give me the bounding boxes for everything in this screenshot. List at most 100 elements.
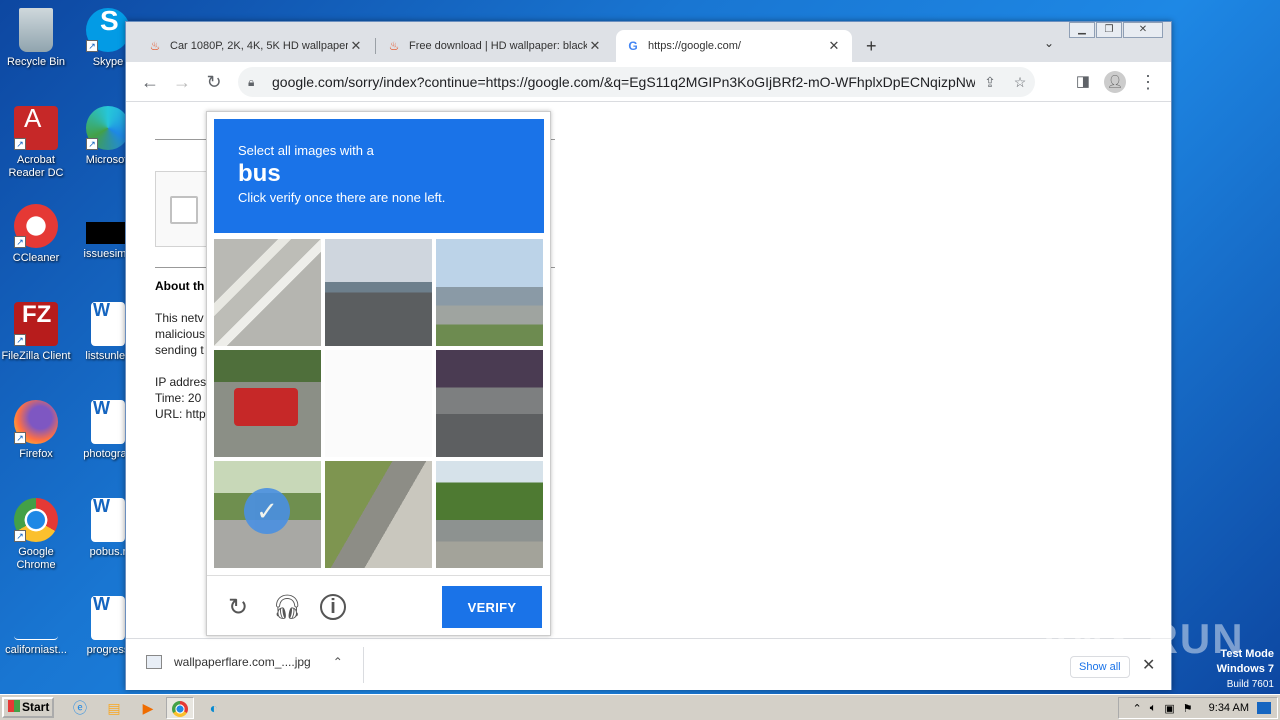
file-icon: [14, 620, 58, 640]
address-bar[interactable]: 🔒︎ google.com/sorry/index?continue=https…: [238, 67, 1035, 97]
tab-car-wallpapers[interactable]: ♨ Car 1080P, 2K, 4K, 5K HD wallpapers ✕: [138, 30, 374, 62]
show-desktop-button[interactable]: [1257, 702, 1271, 714]
audio-challenge-icon[interactable]: 🎧︎: [272, 594, 302, 622]
close-tab-icon[interactable]: ✕: [587, 38, 603, 54]
flame-icon: ♨: [388, 39, 400, 53]
tab-label: Free download | HD wallpaper: black: [409, 40, 587, 52]
start-label: Start: [22, 700, 50, 714]
share-icon[interactable]: ⇪: [975, 74, 1005, 91]
word-doc-icon: W: [91, 497, 125, 542]
icon-label: progress: [86, 644, 130, 656]
tab-search-button[interactable]: ⌄: [1044, 36, 1054, 50]
window-controls: ▁ ❐ ✕: [1068, 22, 1163, 38]
bookmark-star-icon[interactable]: ☆: [1005, 74, 1035, 91]
word-doc-icon: W: [91, 399, 125, 444]
google-icon: G: [628, 39, 638, 53]
tile-bus-on-road[interactable]: ✓: [214, 461, 321, 568]
profile-avatar[interactable]: 👤︎: [1104, 71, 1126, 93]
ccleaner-icon: ↗: [14, 204, 58, 248]
filezilla-icon: FZ ↗: [14, 302, 58, 346]
about-heading: About th: [155, 279, 205, 293]
close-window-button[interactable]: ✕: [1123, 22, 1163, 38]
minimize-button[interactable]: ▁: [1069, 22, 1095, 38]
explorer-taskbar-icon[interactable]: ▤: [100, 697, 128, 719]
menu-kebab-icon[interactable]: ⋮: [1136, 70, 1160, 94]
jeep-shape: [234, 388, 298, 426]
ip-address-text: IP addres: [155, 375, 207, 389]
tray-expand-icon[interactable]: ⌃: [1133, 702, 1142, 715]
flag-icon[interactable]: ⚑: [1183, 702, 1193, 715]
tile-highway-city[interactable]: [325, 239, 432, 346]
desktop-icon-acrobat[interactable]: A ↗ Acrobat Reader DC: [0, 105, 72, 180]
icon-label: FileZilla Client: [1, 350, 71, 362]
tile-underpass[interactable]: [436, 350, 543, 457]
desktop-icon-ccleaner[interactable]: ↗ CCleaner: [0, 204, 72, 265]
system-tray: ⌃ 🔈︎ ▣ ⚑ 9:34 AM: [1117, 697, 1278, 719]
test-mode-text: Test Mode: [1220, 648, 1274, 660]
tab-free-download[interactable]: ♨ Free download | HD wallpaper: black ✕: [377, 30, 613, 62]
info-text: malicious: [155, 327, 206, 341]
word-doc-icon: W: [91, 301, 125, 346]
media-player-taskbar-icon[interactable]: ▶: [134, 697, 162, 719]
desktop-icon-chrome[interactable]: ↗ Google Chrome: [0, 498, 72, 572]
image-file-icon: [146, 655, 162, 669]
taskbar: Start ⓔ ▤ ▶ ◐ ⌃ 🔈︎ ▣ ⚑ 9:34 AM: [0, 694, 1280, 720]
chevron-up-icon[interactable]: ⌃: [333, 655, 343, 669]
tile-red-jeep[interactable]: [214, 350, 321, 457]
desktop-icon-californiast[interactable]: californiast...: [0, 620, 72, 657]
acrobat-icon: A ↗: [14, 105, 58, 150]
icon-label: Acrobat Reader DC: [8, 154, 64, 179]
tab-label: Car 1080P, 2K, 4K, 5K HD wallpapers: [170, 40, 348, 52]
forward-button[interactable]: →: [170, 70, 194, 94]
close-tab-icon[interactable]: ✕: [826, 38, 842, 54]
info-icon[interactable]: i: [320, 594, 346, 620]
recaptcha-checkbox[interactable]: [170, 196, 198, 224]
tile-blank[interactable]: [325, 350, 432, 457]
clock[interactable]: 9:34 AM: [1209, 702, 1249, 714]
edge-taskbar-icon[interactable]: ◐: [200, 697, 228, 719]
download-file-name: wallpaperflare.com_....jpg: [174, 655, 311, 669]
chrome-taskbar-icon[interactable]: [166, 697, 194, 719]
close-tab-icon[interactable]: ✕: [348, 38, 364, 54]
network-icon[interactable]: ▣: [1164, 702, 1174, 715]
side-panel-icon[interactable]: ◨: [1071, 70, 1095, 94]
reload-button[interactable]: ↻: [202, 70, 226, 94]
icon-label: Recycle Bin: [6, 56, 66, 68]
tile-road-marking[interactable]: [214, 239, 321, 346]
desktop-icon-firefox[interactable]: ↗ Firefox: [0, 400, 72, 461]
back-button[interactable]: ←: [138, 70, 162, 94]
icon-label: californiast...: [5, 644, 67, 656]
time-text: Time: 20: [155, 391, 202, 405]
new-tab-button[interactable]: +: [866, 36, 877, 57]
desktop-icon-recycle-bin[interactable]: Recycle Bin: [0, 8, 72, 69]
maximize-button[interactable]: ❐: [1096, 22, 1122, 38]
icon-label: CCleaner: [12, 252, 60, 264]
tile-street-intersection[interactable]: [436, 239, 543, 346]
reload-challenge-icon[interactable]: ↻: [224, 594, 252, 622]
captcha-challenge: Select all images with a bus Click verif…: [206, 111, 551, 636]
ie-taskbar-icon[interactable]: ⓔ: [66, 697, 94, 719]
tile-guardrail-trees[interactable]: [436, 461, 543, 568]
anyrun-watermark: ANY RUN: [1040, 615, 1245, 662]
edge-icon: ↗: [86, 106, 130, 150]
volume-icon[interactable]: 🔈︎: [1150, 702, 1157, 715]
firefox-icon: ↗: [14, 400, 58, 444]
tile-stairs[interactable]: [325, 461, 432, 568]
skype-icon: S ↗: [86, 7, 130, 52]
download-bar: wallpaperflare.com_....jpg ⌃ Show all ✕: [126, 638, 1171, 690]
info-text: This netv: [155, 311, 204, 325]
tab-label: https://google.com/: [648, 40, 741, 52]
download-item[interactable]: wallpaperflare.com_....jpg ⌃: [146, 655, 343, 669]
test-mode-notice: Test Mode Windows 7 Build 7601: [1217, 647, 1274, 692]
instruction-text: Click verify once there are none left.: [238, 190, 446, 205]
tab-strip: ♨ Car 1080P, 2K, 4K, 5K HD wallpapers ✕ …: [126, 22, 1171, 62]
captcha-instructions: Select all images with a bus Click verif…: [214, 119, 544, 233]
verify-button[interactable]: VERIFY: [442, 586, 542, 628]
tab-google[interactable]: G https://google.com/ ✕: [616, 30, 852, 62]
desktop-icon-filezilla[interactable]: FZ ↗ FileZilla Client: [0, 302, 72, 363]
start-button[interactable]: Start: [2, 697, 54, 718]
icon-label: Skype: [92, 56, 124, 68]
os-text: Windows 7: [1216, 663, 1274, 675]
divider: [363, 647, 364, 683]
icon-label: listsunles: [85, 350, 131, 362]
